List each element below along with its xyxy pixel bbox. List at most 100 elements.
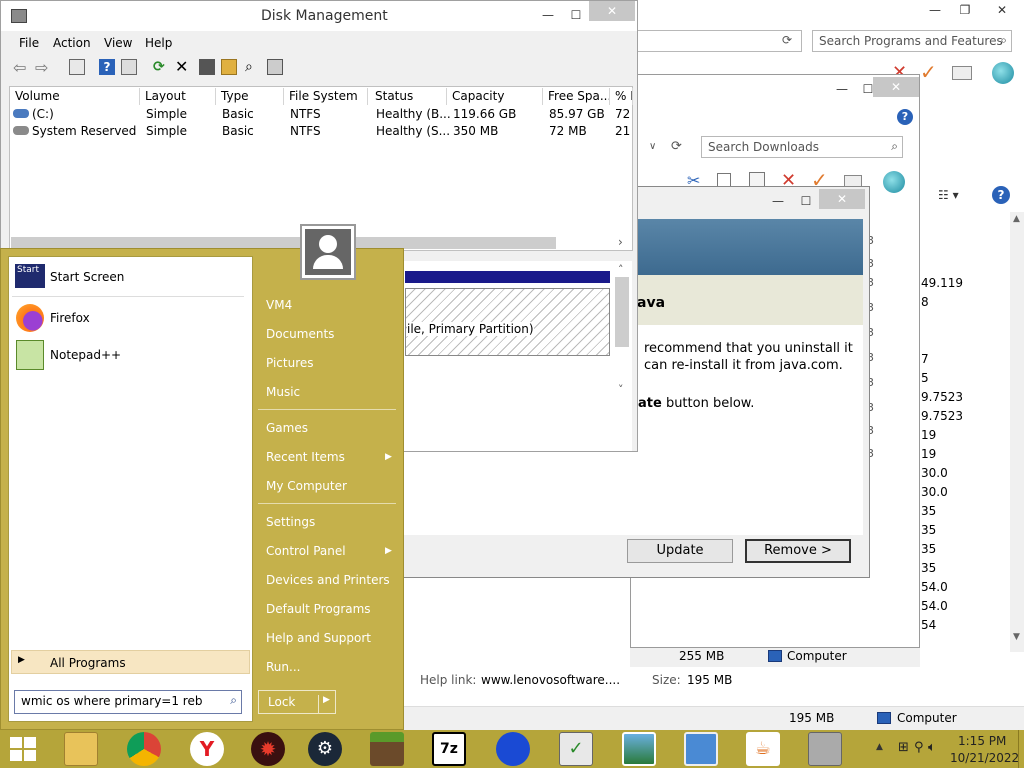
start-search-input[interactable]: wmic os where primary=1 reb ⌕ — [14, 690, 242, 714]
scroll-right-icon[interactable]: › — [618, 235, 623, 249]
search-input[interactable]: Search Downloads ⌕ — [701, 136, 903, 158]
help-link-value[interactable]: www.lenovosoftware.... — [481, 673, 620, 687]
search-input[interactable]: Search Programs and Features ⌕ — [812, 30, 1012, 52]
printer-icon[interactable] — [808, 732, 842, 766]
close-button[interactable]: ✕ — [819, 189, 865, 209]
back-icon[interactable]: ⇦ — [13, 58, 26, 77]
chevron-down-icon[interactable]: ∨ — [649, 141, 656, 152]
start-link-control-panel[interactable]: Control Panel — [266, 544, 346, 558]
address-bar[interactable] — [636, 30, 802, 52]
notepadpp-item[interactable]: Notepad++ — [50, 348, 121, 362]
column-header-type[interactable]: Type — [217, 88, 284, 105]
clock-date[interactable]: 10/21/2022 — [950, 751, 1019, 765]
start-link-my-computer[interactable]: My Computer — [266, 479, 347, 493]
avast-icon[interactable]: ✹ — [251, 732, 285, 766]
view-icon[interactable]: ☷ ▾ — [938, 188, 959, 202]
volume-icon[interactable]: 🔈︎ — [928, 740, 936, 755]
show-desktop-button[interactable] — [1018, 730, 1024, 768]
network-icon[interactable]: ⊞ — [898, 740, 909, 755]
chrome-icon[interactable] — [127, 732, 161, 766]
start-link-devices-printers[interactable]: Devices and Printers — [266, 573, 390, 587]
start-screen-item[interactable]: Start Screen — [50, 270, 124, 284]
window-icon[interactable] — [952, 66, 972, 80]
minimize-button[interactable]: — — [920, 0, 950, 20]
start-link-music[interactable]: Music — [266, 385, 300, 399]
start-link-vm4[interactable]: VM4 — [266, 298, 292, 312]
start-link-run[interactable]: Run... — [266, 660, 300, 674]
volume-cell[interactable]: (C:) — [32, 107, 54, 121]
show-hide-tree-icon[interactable] — [69, 59, 85, 75]
start-link-settings[interactable]: Settings — [266, 515, 315, 529]
column-header-percent-free[interactable]: % F — [611, 88, 633, 105]
windows-start-button[interactable] — [10, 737, 38, 761]
remove-button[interactable]: Remove > — [745, 539, 851, 563]
power-icon[interactable]: ⚲ — [914, 740, 924, 755]
check-icon[interactable]: ✓ — [920, 60, 937, 84]
update-button[interactable]: Update — [627, 539, 733, 563]
forward-icon[interactable]: ⇨ — [35, 58, 48, 77]
refresh-icon[interactable]: ⟳ — [671, 139, 682, 154]
column-header-file-system[interactable]: File System — [285, 88, 368, 105]
control-panel-icon[interactable] — [684, 732, 718, 766]
7zip-icon[interactable]: 7z — [432, 732, 466, 766]
start-link-help-support[interactable]: Help and Support — [266, 631, 371, 645]
refresh-icon[interactable]: ⟳ — [153, 59, 169, 75]
delete-icon[interactable]: ✕ — [175, 57, 188, 76]
refresh-icon[interactable]: ⟳ — [782, 33, 792, 47]
minimize-button[interactable]: — — [763, 191, 793, 211]
close-button[interactable]: ✕ — [589, 1, 635, 21]
disk-icon[interactable] — [199, 59, 215, 75]
menu-help[interactable]: Help — [145, 36, 172, 50]
java-icon[interactable]: ☕ — [746, 732, 780, 766]
column-header-volume[interactable]: Volume — [11, 88, 140, 105]
lock-options-arrow-icon[interactable]: ▶ — [318, 695, 330, 713]
menu-action[interactable]: Action — [53, 36, 91, 50]
clock-time[interactable]: 1:15 PM — [958, 734, 1006, 748]
scrollbar[interactable] — [1010, 212, 1024, 652]
all-programs-item[interactable] — [11, 650, 250, 674]
sonic-icon[interactable] — [496, 732, 530, 766]
globe-icon[interactable] — [992, 62, 1014, 84]
firefox-item[interactable]: Firefox — [50, 311, 90, 325]
maximize-button[interactable]: ❐ — [950, 0, 980, 20]
globe-icon[interactable] — [883, 171, 905, 193]
show-hidden-icons-icon[interactable]: ▲ — [876, 742, 883, 752]
start-link-recent-items[interactable]: Recent Items — [266, 450, 345, 464]
photos-icon[interactable] — [622, 732, 656, 766]
file-explorer-icon[interactable] — [64, 732, 98, 766]
column-header-layout[interactable]: Layout — [141, 88, 216, 105]
settings-icon[interactable] — [267, 59, 283, 75]
start-link-games[interactable]: Games — [266, 421, 308, 435]
steam-icon[interactable]: ⚙ — [308, 732, 342, 766]
help-icon[interactable]: ? — [992, 186, 1010, 204]
minimize-button[interactable]: — — [533, 5, 563, 25]
close-button[interactable]: ✕ — [873, 77, 919, 97]
start-link-default-programs[interactable]: Default Programs — [266, 602, 371, 616]
scroll-up-icon[interactable]: ˄ — [618, 263, 624, 276]
properties-icon[interactable] — [121, 59, 137, 75]
search-icon[interactable]: ⌕ — [245, 59, 261, 75]
checklist-icon[interactable]: ✓ — [559, 732, 593, 766]
search-icon[interactable]: ⌕ — [230, 693, 237, 708]
menu-view[interactable]: View — [104, 36, 132, 50]
yandex-browser-icon[interactable]: Y — [190, 732, 224, 766]
scroll-down-icon[interactable]: ˅ — [618, 383, 624, 396]
maximize-button[interactable]: ☐ — [791, 191, 821, 211]
help-icon[interactable]: ? — [99, 59, 115, 75]
start-link-documents[interactable]: Documents — [266, 327, 334, 341]
start-link-pictures[interactable]: Pictures — [266, 356, 314, 370]
minecraft-icon[interactable] — [370, 732, 404, 766]
column-header-capacity[interactable]: Capacity — [448, 88, 543, 105]
close-button[interactable]: ✕ — [980, 0, 1024, 20]
scroll-down-icon[interactable]: ▼ — [1013, 632, 1020, 642]
open-folder-icon[interactable] — [221, 59, 237, 75]
maximize-button[interactable]: ☐ — [561, 5, 591, 25]
column-header-status[interactable]: Status — [371, 88, 447, 105]
menu-file[interactable]: File — [19, 36, 39, 50]
vertical-scroll-thumb[interactable] — [615, 277, 629, 347]
volume-cell[interactable]: System Reserved — [32, 124, 136, 138]
column-header-free-space[interactable]: Free Spa... — [544, 88, 610, 105]
scroll-up-icon[interactable]: ▲ — [1013, 214, 1020, 224]
size-value: 195 MB — [687, 673, 733, 687]
help-icon[interactable]: ? — [897, 109, 913, 125]
